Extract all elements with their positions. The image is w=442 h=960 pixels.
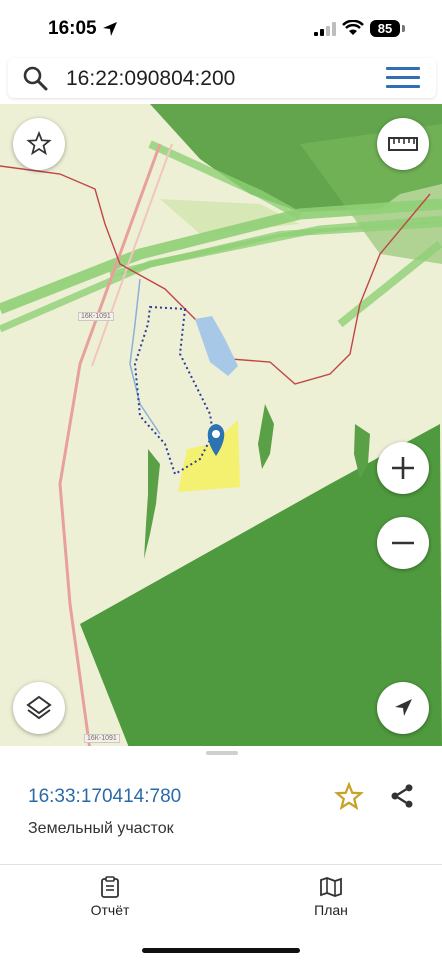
map-canvas[interactable] [0, 104, 442, 750]
battery-level: 85 [370, 20, 400, 37]
home-indicator[interactable] [142, 948, 300, 953]
hamburger-menu-icon[interactable] [386, 67, 420, 91]
tab-plan[interactable]: План [271, 876, 391, 926]
tab-report[interactable]: Отчёт [50, 876, 170, 926]
star-icon [26, 131, 52, 156]
my-location-button[interactable] [377, 682, 429, 734]
status-time: 16:05 [48, 18, 97, 39]
battery-tip [402, 25, 405, 32]
zoom-in-button[interactable] [377, 442, 429, 494]
cellular-signal-icon [314, 22, 336, 36]
layers-button[interactable] [13, 682, 65, 734]
sheet-drag-handle[interactable] [206, 751, 238, 755]
road-label-top: 16К-1091 [78, 312, 114, 321]
share-icon[interactable] [388, 782, 416, 810]
minus-icon [392, 541, 414, 545]
navigation-arrow-icon [395, 699, 412, 716]
zoom-out-button[interactable] [377, 517, 429, 569]
ruler-button[interactable] [377, 118, 429, 170]
cadastral-number-link[interactable]: 16:33:170414:780 [28, 786, 181, 808]
location-arrow-icon [103, 22, 117, 36]
map-view[interactable]: 16К-1091 16К-1091 [0, 104, 442, 750]
sheet-divider [0, 864, 442, 865]
plus-icon [392, 457, 414, 479]
search-input[interactable]: 16:22:090804:200 [66, 67, 235, 91]
road-label-bottom: 16К-1091 [84, 734, 120, 743]
map-icon [320, 877, 342, 897]
bottom-sheet[interactable]: 16:33:170414:780 Земельный участок Отчёт… [0, 746, 442, 960]
tab-report-label: Отчёт [90, 902, 130, 918]
search-bar[interactable]: 16:22:090804:200 [8, 58, 436, 98]
favorite-map-button[interactable] [13, 118, 65, 170]
clipboard-icon [101, 876, 119, 898]
favorite-star-icon[interactable] [334, 782, 364, 812]
search-icon[interactable] [22, 65, 48, 91]
wifi-icon [342, 20, 364, 35]
tab-plan-label: План [314, 902, 348, 918]
status-bar: 16:05 85 [0, 0, 442, 58]
ruler-icon [388, 137, 418, 151]
property-type: Земельный участок [28, 820, 174, 837]
layers-icon [26, 695, 52, 720]
